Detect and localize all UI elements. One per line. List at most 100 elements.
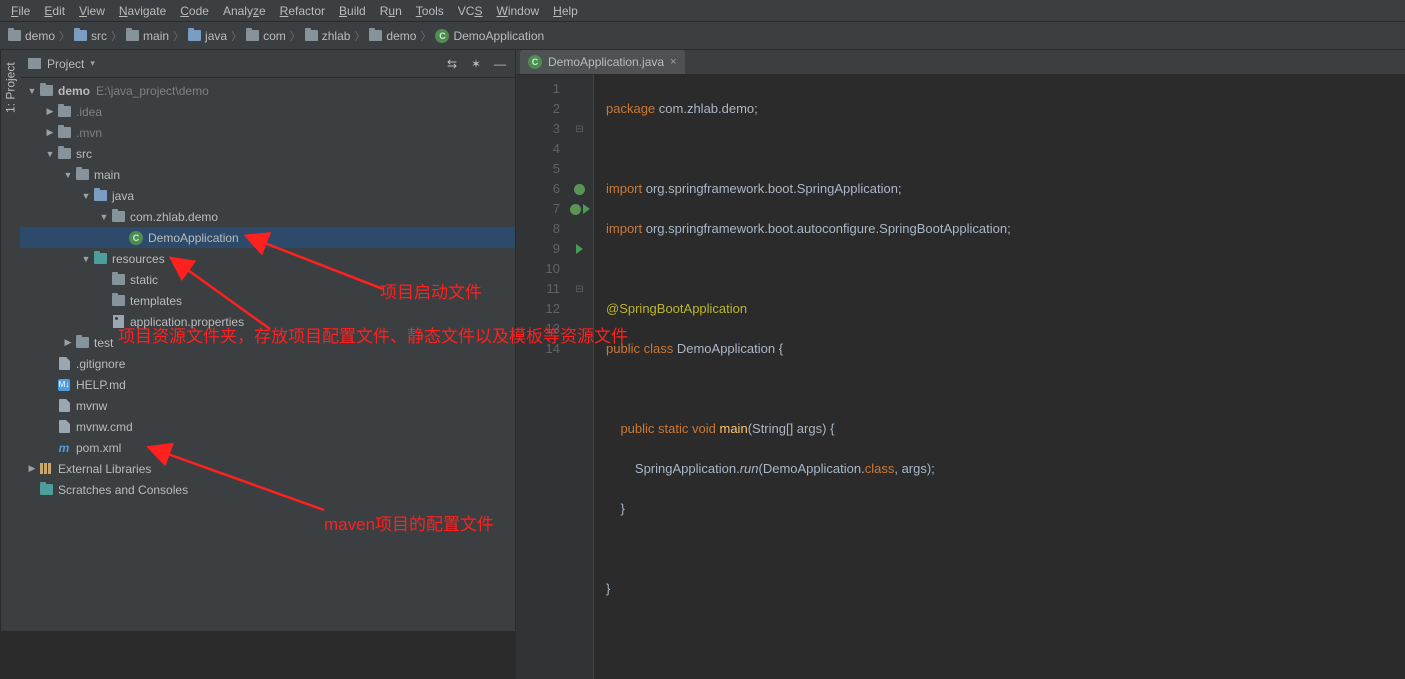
folder-icon <box>369 30 382 41</box>
project-panel-title: Project <box>47 57 84 71</box>
tree-mvnwcmd[interactable]: mvnw.cmd <box>20 416 515 437</box>
menu-navigate[interactable]: Navigate <box>112 2 173 20</box>
project-panel: Project ▾ ⇆ ✶ — ▼demoE:\java_project\dem… <box>20 50 516 631</box>
resources-folder-icon <box>94 253 107 264</box>
breadcrumb-bar: demo 〉 src 〉 main 〉 java 〉 com 〉 zhlab 〉… <box>0 22 1405 50</box>
crumb-com[interactable]: com <box>246 29 286 43</box>
menu-refactor[interactable]: Refactor <box>273 2 332 20</box>
menu-bar: File Edit View Navigate Code Analyze Ref… <box>0 0 1405 22</box>
spring-boot-icon[interactable] <box>574 184 585 195</box>
chevron-right-icon: 〉 <box>171 28 186 44</box>
menu-help[interactable]: Help <box>546 2 585 20</box>
tab-demoapplication[interactable]: C DemoApplication.java × <box>520 50 685 74</box>
maven-file-icon: m <box>59 441 70 455</box>
file-icon <box>59 399 70 412</box>
tree-appprops[interactable]: application.properties <box>20 311 515 332</box>
tree-extlib[interactable]: ▶External Libraries <box>20 458 515 479</box>
main-area: 1: Project Project ▾ ⇆ ✶ — ▼demoE:\java_… <box>0 50 1405 631</box>
folder-icon <box>58 148 71 159</box>
icon-gutter: ⊟ ⊟ <box>566 75 594 679</box>
project-tool-tab[interactable]: 1: Project <box>2 56 20 119</box>
folder-icon <box>76 169 89 180</box>
chevron-right-icon: 〉 <box>418 28 433 44</box>
folder-icon <box>58 127 71 138</box>
markdown-file-icon: M↓ <box>58 379 70 391</box>
class-icon: C <box>435 29 449 43</box>
run-gutter-icon[interactable] <box>576 244 583 254</box>
tree-static[interactable]: static <box>20 269 515 290</box>
folder-icon <box>76 337 89 348</box>
tree-package[interactable]: ▼com.zhlab.demo <box>20 206 515 227</box>
tree-root[interactable]: ▼demoE:\java_project\demo <box>20 80 515 101</box>
chevron-right-icon: 〉 <box>288 28 303 44</box>
menu-code[interactable]: Code <box>173 2 216 20</box>
folder-icon <box>188 30 201 41</box>
menu-run[interactable]: Run <box>373 2 409 20</box>
folder-icon <box>126 30 139 41</box>
hide-panel-icon[interactable]: — <box>493 57 507 71</box>
left-tool-strip: 1: Project <box>0 50 20 631</box>
tree-help[interactable]: M↓HELP.md <box>20 374 515 395</box>
editor-tabs: C DemoApplication.java × <box>516 50 1405 75</box>
tree-templates[interactable]: templates <box>20 290 515 311</box>
tree-src[interactable]: ▼src <box>20 143 515 164</box>
menu-edit[interactable]: Edit <box>37 2 72 20</box>
file-icon <box>59 357 70 370</box>
menu-file[interactable]: File <box>4 2 37 20</box>
spring-boot-icon[interactable] <box>570 204 581 215</box>
tree-mvn[interactable]: ▶.mvn <box>20 122 515 143</box>
menu-analyze[interactable]: Analyze <box>216 2 273 20</box>
tree-java[interactable]: ▼java <box>20 185 515 206</box>
file-icon <box>59 420 70 433</box>
menu-view[interactable]: View <box>72 2 112 20</box>
crumb-class[interactable]: CDemoApplication <box>435 29 544 43</box>
tree-resources[interactable]: ▼resources <box>20 248 515 269</box>
tree-test[interactable]: ▶test <box>20 332 515 353</box>
tree-pom[interactable]: mpom.xml <box>20 437 515 458</box>
module-folder-icon <box>40 85 53 96</box>
chevron-right-icon: 〉 <box>109 28 124 44</box>
properties-file-icon <box>113 315 124 328</box>
tree-main[interactable]: ▼main <box>20 164 515 185</box>
menu-tools[interactable]: Tools <box>409 2 451 20</box>
crumb-java[interactable]: java <box>188 29 227 43</box>
crumb-src[interactable]: src <box>74 29 107 43</box>
tree-scratches[interactable]: Scratches and Consoles <box>20 479 515 500</box>
dropdown-chevron-icon[interactable]: ▾ <box>90 58 95 69</box>
crumb-demo2[interactable]: demo <box>369 29 416 43</box>
class-icon: C <box>129 231 143 245</box>
menu-build[interactable]: Build <box>332 2 373 20</box>
menu-window[interactable]: Window <box>489 2 546 20</box>
scratches-icon <box>40 484 53 495</box>
folder-icon <box>112 274 125 285</box>
project-view-icon <box>28 58 41 69</box>
line-number-gutter: 1234567891011121314 <box>516 75 566 679</box>
chevron-right-icon: 〉 <box>352 28 367 44</box>
crumb-zhlab[interactable]: zhlab <box>305 29 351 43</box>
tree-mvnw[interactable]: mvnw <box>20 395 515 416</box>
source-folder-icon <box>94 190 107 201</box>
package-icon <box>112 211 125 222</box>
tree-demoapp[interactable]: CDemoApplication <box>20 227 515 248</box>
collapse-all-icon[interactable]: ⇆ <box>445 57 459 71</box>
folder-icon <box>305 30 318 41</box>
chevron-right-icon: 〉 <box>57 28 72 44</box>
code-area[interactable]: package com.zhlab.demo; import org.sprin… <box>594 75 1405 679</box>
editor-area: C DemoApplication.java × 123456789101112… <box>516 50 1405 631</box>
project-tree[interactable]: ▼demoE:\java_project\demo ▶.idea ▶.mvn ▼… <box>20 78 515 631</box>
class-icon: C <box>528 55 542 69</box>
tree-gitignore[interactable]: .gitignore <box>20 353 515 374</box>
folder-icon <box>74 30 87 41</box>
tree-idea[interactable]: ▶.idea <box>20 101 515 122</box>
crumb-main[interactable]: main <box>126 29 169 43</box>
project-panel-header: Project ▾ ⇆ ✶ — <box>20 50 515 78</box>
editor-body: 1234567891011121314 ⊟ ⊟ package com.zhla… <box>516 75 1405 679</box>
close-tab-icon[interactable]: × <box>670 56 676 68</box>
run-gutter-icon[interactable] <box>583 204 590 214</box>
folder-icon <box>8 30 21 41</box>
settings-gear-icon[interactable]: ✶ <box>469 57 483 71</box>
libraries-icon <box>40 463 53 474</box>
chevron-right-icon: 〉 <box>229 28 244 44</box>
crumb-demo[interactable]: demo <box>8 29 55 43</box>
menu-vcs[interactable]: VCS <box>451 2 490 20</box>
